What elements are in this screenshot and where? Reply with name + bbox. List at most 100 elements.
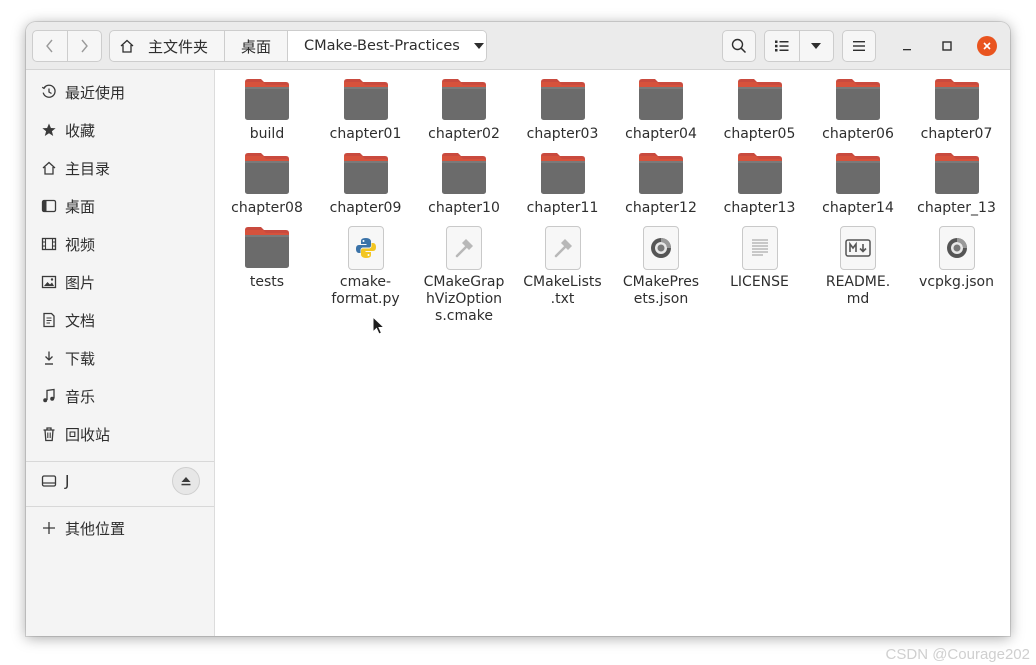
minimize-icon (903, 49, 911, 51)
list-view-icon (774, 40, 789, 52)
folder-icon (636, 150, 686, 198)
file-name: chapter12 (625, 200, 697, 216)
file-name: chapter04 (625, 126, 697, 142)
sidebar-item-other-locations[interactable]: 其他位置 (26, 510, 214, 546)
forward-button[interactable] (66, 31, 102, 61)
file-name: tests (249, 274, 285, 290)
sidebar-item-documents[interactable]: 文档 (26, 302, 214, 338)
file-item[interactable]: CMakePres ets.json (613, 224, 709, 308)
trash-icon (39, 426, 59, 442)
file-name: chapter03 (526, 126, 599, 142)
document-icon (39, 312, 59, 328)
sidebar-item-recent[interactable]: 最近使用 (26, 74, 214, 110)
header-bar: 主文件夹 桌面 CMake-Best-Practices (26, 22, 1010, 70)
sidebar-item-label: 文档 (65, 311, 96, 330)
file-item[interactable]: CMakeGrap hVizOption s.cmake (416, 224, 512, 325)
folder-item[interactable]: chapter02 (416, 76, 512, 143)
folder-item[interactable]: chapter10 (416, 150, 512, 217)
hamburger-menu-icon (853, 41, 865, 51)
eject-button[interactable] (172, 467, 200, 495)
folder-item[interactable]: chapter01 (318, 76, 414, 143)
file-name: chapter09 (329, 200, 402, 216)
folder-icon (932, 150, 982, 198)
navigation-buttons (32, 30, 102, 62)
drive-icon (39, 473, 59, 489)
file-name: vcpkg.json (919, 274, 994, 290)
file-item[interactable]: LICENSE (712, 224, 808, 291)
folder-icon (735, 150, 785, 198)
search-button[interactable] (722, 30, 756, 62)
chevron-left-icon (45, 39, 53, 53)
breadcrumb-current[interactable]: CMake-Best-Practices (288, 31, 486, 61)
file-name: CMakeLists .txt (523, 274, 602, 307)
cmake-file-icon (439, 224, 489, 272)
folder-item[interactable]: chapter12 (613, 150, 709, 217)
plus-icon (39, 521, 59, 535)
folder-item[interactable]: chapter13 (712, 150, 808, 217)
close-button[interactable] (977, 36, 997, 56)
eject-icon (181, 477, 191, 486)
view-options-button[interactable] (800, 31, 834, 61)
home-icon (39, 160, 59, 176)
folder-item[interactable]: chapter14 (810, 150, 906, 217)
folder-item[interactable]: chapter08 (219, 150, 315, 217)
folder-icon (439, 76, 489, 124)
sidebar-item-desktop[interactable]: 桌面 (26, 188, 214, 224)
file-item[interactable]: CMakeLists .txt (515, 224, 611, 308)
sidebar-item-starred[interactable]: 收藏 (26, 112, 214, 148)
file-item[interactable]: cmake- format.py (318, 224, 414, 308)
sidebar-item-pictures[interactable]: 图片 (26, 264, 214, 300)
chevron-down-icon (811, 43, 822, 49)
folder-item[interactable]: chapter11 (515, 150, 611, 217)
file-name: README. md (825, 274, 891, 307)
maximize-icon (942, 41, 952, 51)
view-mode-group (764, 30, 834, 62)
file-name: chapter06 (822, 126, 894, 142)
sidebar-item-trash[interactable]: 回收站 (26, 416, 214, 452)
file-name: chapter08 (231, 200, 303, 216)
watermark: CSDN @Courage202 (885, 646, 1030, 663)
folder-item[interactable]: chapter03 (515, 76, 611, 143)
sidebar-item-label: 视频 (65, 235, 96, 254)
file-name: chapter10 (428, 200, 500, 216)
folder-item[interactable]: chapter06 (810, 76, 906, 143)
folder-item[interactable]: chapter09 (318, 150, 414, 217)
json-file-icon (636, 224, 686, 272)
folder-item[interactable]: build (219, 76, 315, 143)
folder-item[interactable]: chapter05 (712, 76, 808, 143)
search-icon (731, 38, 747, 54)
file-name: chapter14 (822, 200, 894, 216)
folder-item[interactable]: chapter04 (613, 76, 709, 143)
list-view-button[interactable] (765, 31, 800, 61)
minimize-button[interactable] (897, 36, 917, 56)
maximize-button[interactable] (937, 36, 957, 56)
file-item[interactable]: README. md (810, 224, 906, 308)
clock-icon (39, 84, 59, 100)
breadcrumb-label: 主文件夹 (148, 37, 209, 56)
sidebar-item-home[interactable]: 主目录 (26, 150, 214, 186)
file-name: CMakeGrap hVizOption s.cmake (423, 274, 505, 324)
file-item[interactable]: vcpkg.json (909, 224, 1005, 291)
video-icon (39, 236, 59, 252)
breadcrumb-desktop[interactable]: 桌面 (225, 31, 288, 61)
sidebar-item-downloads[interactable]: 下载 (26, 340, 214, 376)
back-button[interactable] (33, 31, 67, 61)
folder-item[interactable]: chapter_13 (909, 150, 1005, 217)
download-icon (39, 350, 59, 366)
file-name: chapter11 (526, 200, 599, 216)
text-file-icon (735, 224, 785, 272)
folder-item[interactable]: chapter07 (909, 76, 1005, 143)
sidebar-item-videos[interactable]: 视频 (26, 226, 214, 262)
mouse-cursor-icon (372, 316, 386, 335)
sidebar-item-label: 图片 (65, 273, 96, 292)
sidebar-divider (26, 506, 214, 507)
sidebar-item-music[interactable]: 音乐 (26, 378, 214, 414)
sidebar-item-label: 收藏 (65, 121, 96, 140)
image-icon (39, 274, 59, 290)
breadcrumb-home[interactable]: 主文件夹 (110, 31, 225, 61)
sidebar-item-label: J (65, 472, 70, 490)
file-name: chapter01 (329, 126, 402, 142)
menu-button[interactable] (842, 30, 876, 62)
folder-item[interactable]: tests (219, 224, 315, 291)
file-name: chapter02 (428, 126, 500, 142)
